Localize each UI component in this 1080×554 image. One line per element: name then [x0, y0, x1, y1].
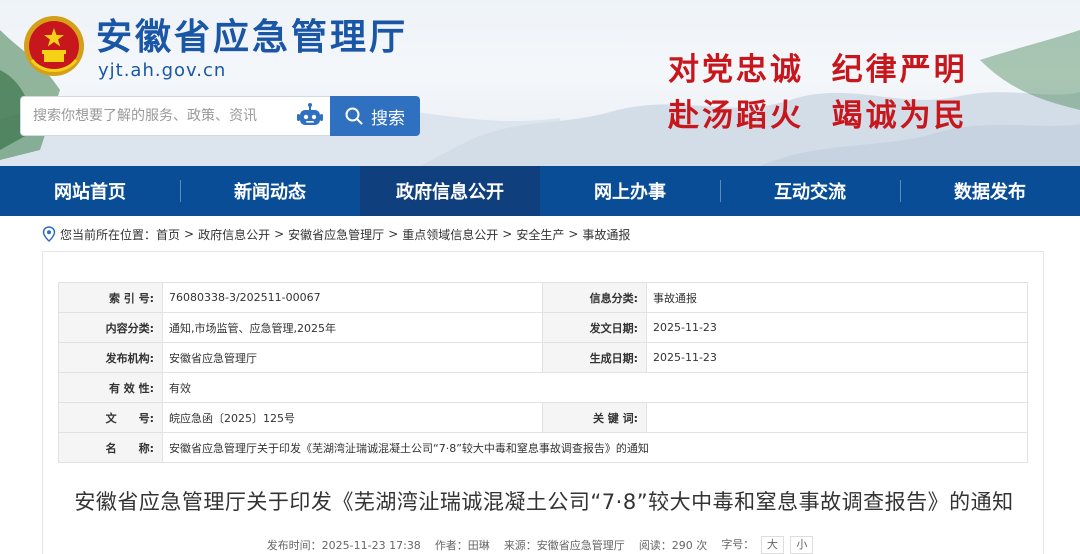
search-input[interactable]	[21, 97, 289, 135]
document-meta-table: 索 引 号: 76080338-3/202511-00067 信息分类: 事故通…	[58, 282, 1028, 463]
index-label: 索 引 号:	[58, 282, 163, 313]
nav-item-online-service[interactable]: 网上办事	[540, 166, 720, 216]
breadcrumb-separator: >	[568, 227, 579, 241]
breadcrumb-safety[interactable]: 安全生产	[516, 226, 564, 243]
view-count: 阅读：290 次	[638, 539, 708, 552]
nav-item-news[interactable]: 新闻动态	[180, 166, 360, 216]
font-large-button[interactable]: 大	[760, 536, 784, 554]
breadcrumb-department[interactable]: 安徽省应急管理厅	[288, 226, 384, 243]
category-label: 信息分类:	[542, 282, 647, 313]
name-label: 名 称:	[58, 432, 163, 463]
content-class-label: 内容分类:	[58, 312, 163, 343]
breadcrumb-separator: >	[274, 227, 285, 241]
validity-label: 有 效 性:	[58, 372, 163, 403]
name-value: 安徽省应急管理厅关于印发《芜湖湾沚瑞诚混凝土公司“7·8”较大中毒和窒息事故调查…	[162, 432, 1028, 463]
search-icon	[345, 107, 363, 125]
publisher-label: 发布机构:	[58, 342, 163, 373]
effective-date-value: 2025-11-23	[646, 342, 1028, 373]
table-row: 索 引 号: 76080338-3/202511-00067 信息分类: 事故通…	[58, 282, 1028, 313]
effective-date-label: 生成日期:	[542, 342, 647, 373]
doc-number-label: 文 号:	[58, 402, 163, 433]
site-domain: yjt.ah.gov.cn	[98, 60, 227, 81]
breadcrumb-prefix: 您当前所在位置：	[60, 227, 157, 242]
table-row: 文 号: 皖应急函〔2025〕125号 关 键 词:	[58, 402, 1028, 433]
table-row: 有 效 性: 有效	[58, 372, 1028, 403]
issue-date-label: 发文日期:	[542, 312, 647, 343]
slogan-line-1: 对党忠诚 纪律严明	[668, 52, 968, 88]
nav-item-home[interactable]: 网站首页	[0, 166, 180, 216]
slogan-line-2: 赴汤蹈火 竭诚为民	[668, 98, 968, 134]
publisher-value: 安徽省应急管理厅	[162, 342, 543, 373]
article-info-bar: 发布时间：2025-11-23 17:38 作者：田琳 来源：安徽省应急管理厅 …	[0, 536, 1080, 554]
font-size-label: 字号：	[721, 538, 755, 551]
robot-assistant-icon[interactable]	[295, 102, 325, 130]
table-row: 内容分类: 通知,市场监管、应急管理,2025年 发文日期: 2025-11-2…	[58, 312, 1028, 343]
header-banner: 安徽省应急管理厅 yjt.ah.gov.cn 搜索 对党忠诚 纪律严明 赴汤蹈火…	[0, 0, 1080, 166]
search-button-label: 搜索	[371, 108, 405, 129]
font-small-button[interactable]: 小	[790, 536, 814, 554]
search-button[interactable]: 搜索	[330, 96, 420, 136]
breadcrumb-gov-info[interactable]: 政府信息公开	[198, 226, 270, 243]
table-row: 发布机构: 安徽省应急管理厅 生成日期: 2025-11-23	[58, 342, 1028, 373]
nav-item-gov-info[interactable]: 政府信息公开	[360, 166, 540, 216]
issue-date-value: 2025-11-23	[646, 312, 1028, 343]
category-value: 事故通报	[646, 282, 1028, 313]
article-title: 安徽省应急管理厅关于印发《芜湖湾沚瑞诚混凝土公司“7·8”较大中毒和窒息事故调查…	[74, 490, 1014, 514]
main-nav: 网站首页 新闻动态 政府信息公开 网上办事 互动交流 数据发布	[0, 166, 1080, 216]
breadcrumb-home[interactable]: 首页	[156, 226, 180, 243]
font-size-control: 字号： 大 小	[721, 536, 814, 554]
table-row: 名 称: 安徽省应急管理厅关于印发《芜湖湾沚瑞诚混凝土公司“7·8”较大中毒和窒…	[58, 432, 1028, 463]
publish-time: 发布时间：2025-11-23 17:38	[266, 539, 421, 552]
breadcrumb: 您当前所在位置： 首页 > 政府信息公开 > 安徽省应急管理厅 > 重点领域信息…	[42, 224, 630, 244]
location-pin-icon	[42, 226, 56, 242]
content-class-value: 通知,市场监管、应急管理,2025年	[162, 312, 543, 343]
validity-value: 有效	[162, 372, 1028, 403]
breadcrumb-separator: >	[388, 227, 399, 241]
search-box	[20, 96, 332, 136]
nav-item-data-release[interactable]: 数据发布	[900, 166, 1080, 216]
author: 作者：田琳	[434, 539, 490, 552]
breadcrumb-separator: >	[184, 227, 195, 241]
national-emblem-icon	[24, 16, 84, 76]
source: 来源：安徽省应急管理厅	[503, 539, 625, 552]
index-value: 76080338-3/202511-00067	[162, 282, 543, 313]
keywords-label: 关 键 词:	[542, 402, 647, 433]
keywords-value	[646, 402, 1028, 433]
nav-item-interaction[interactable]: 互动交流	[720, 166, 900, 216]
breadcrumb-key-areas[interactable]: 重点领域信息公开	[402, 226, 498, 243]
site-title[interactable]: 安徽省应急管理厅	[96, 14, 408, 62]
doc-number-value: 皖应急函〔2025〕125号	[162, 402, 543, 433]
breadcrumb-separator: >	[502, 227, 513, 241]
breadcrumb-accident-report[interactable]: 事故通报	[582, 226, 630, 243]
